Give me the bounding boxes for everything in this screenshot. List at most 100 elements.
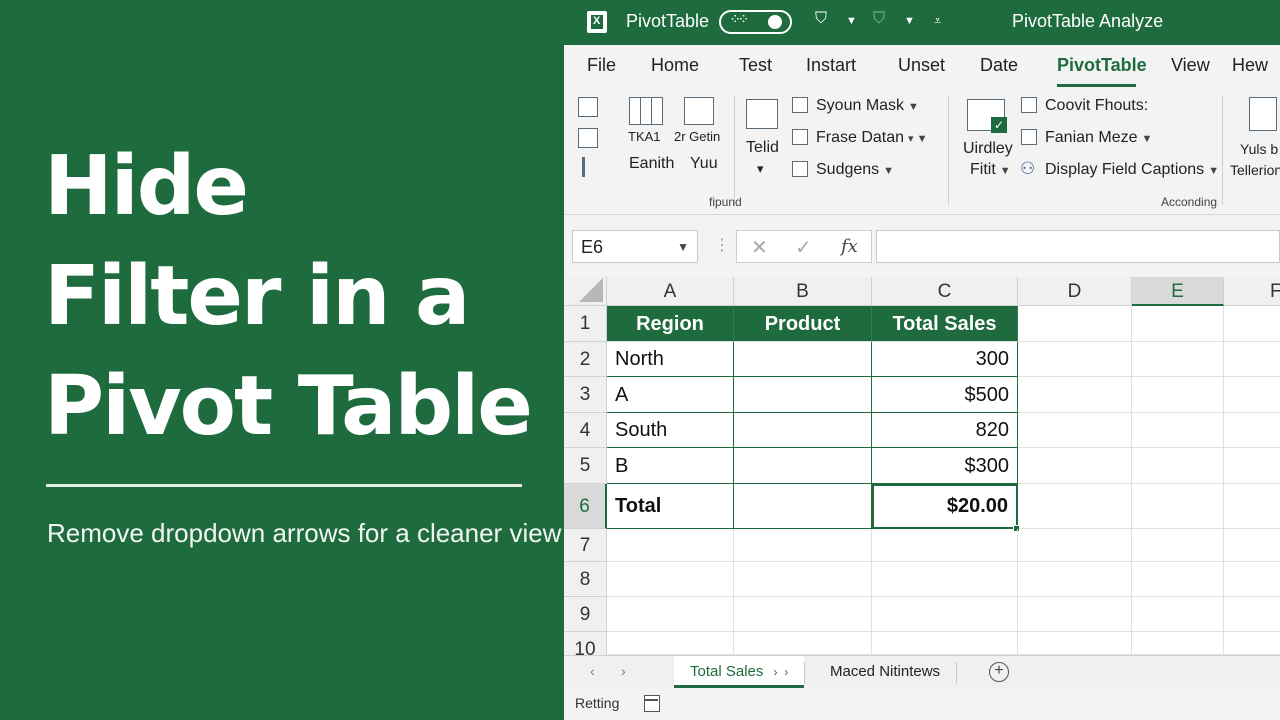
column-header-f[interactable]: F <box>1224 277 1280 306</box>
cell[interactable] <box>607 632 734 655</box>
redo-icon[interactable]: ⛉ <box>873 10 885 28</box>
pivot-cell-product[interactable] <box>734 342 872 377</box>
cell[interactable] <box>1018 632 1132 655</box>
row-header-9[interactable]: 9 <box>564 597 607 632</box>
ribbon-yuls-label[interactable]: Yuls b <box>1240 141 1278 157</box>
ribbon-fanian[interactable]: Fanian Meze ▼ <box>1045 129 1152 147</box>
cell[interactable] <box>1018 562 1132 597</box>
column-header-a[interactable]: A <box>607 277 734 306</box>
document-icon[interactable] <box>1249 97 1277 131</box>
select-all-button[interactable] <box>564 277 607 306</box>
tab-pivottable[interactable]: PivotTable <box>1057 55 1147 76</box>
ribbon-fitit[interactable]: Fitit ▼ <box>970 161 1011 179</box>
ribbon-tellerion-label[interactable]: Tellerion <box>1230 162 1280 178</box>
display-field-captions-button[interactable]: Display Field Captions ▼ <box>1045 161 1219 179</box>
pivot-cell-sales[interactable]: 820 <box>872 413 1018 448</box>
cell[interactable] <box>1018 597 1132 632</box>
tab-file[interactable]: File <box>587 55 616 76</box>
pivot-header-region[interactable]: Region <box>607 306 734 342</box>
column-header-e[interactable]: E <box>1132 277 1224 306</box>
ribbon-uirdley-label[interactable]: Uirdley <box>963 140 1013 158</box>
row-header-2[interactable]: 2 <box>564 342 607 377</box>
cell[interactable] <box>1018 377 1132 413</box>
cell[interactable] <box>1224 306 1280 342</box>
cell[interactable] <box>1224 342 1280 377</box>
pivot-cell-sales[interactable]: $500 <box>872 377 1018 413</box>
cell[interactable] <box>1018 306 1132 342</box>
redo-dropdown-icon[interactable]: ▼ <box>904 15 915 27</box>
ribbon-syon-mask[interactable]: Syoun Mask ▼ <box>816 97 919 115</box>
cell[interactable] <box>872 562 1018 597</box>
row-header-4[interactable]: 4 <box>564 413 607 448</box>
tab-instart[interactable]: Instart <box>806 55 856 76</box>
sheet-tab-total-sales[interactable]: Total Sales › › <box>674 656 805 688</box>
cell[interactable] <box>1018 413 1132 448</box>
tab-unset[interactable]: Unset <box>898 55 945 76</box>
formula-input[interactable] <box>876 230 1280 263</box>
column-header-b[interactable]: B <box>734 277 872 306</box>
column-header-d[interactable]: D <box>1018 277 1132 306</box>
ribbon-getin-label[interactable]: 2r Getin <box>674 129 720 144</box>
pivot-name-icon[interactable] <box>578 97 598 117</box>
enter-icon[interactable]: ✓ <box>795 235 812 260</box>
pivot-total-label[interactable]: Total <box>607 484 734 529</box>
telid-dropdown-icon[interactable]: ▾ <box>757 161 764 177</box>
tab-date[interactable]: Date <box>980 55 1018 76</box>
row-header-8[interactable]: 8 <box>564 562 607 597</box>
pivot-cell-region[interactable]: A <box>607 377 734 413</box>
cell[interactable] <box>1018 448 1132 484</box>
tab-view[interactable]: View <box>1171 55 1210 76</box>
row-header-1[interactable]: 1 <box>564 306 607 342</box>
undo-dropdown-icon[interactable]: ▼ <box>846 15 857 27</box>
cell[interactable] <box>872 632 1018 655</box>
chevron-right-icon[interactable]: › <box>621 663 626 679</box>
pivot-cell-sales[interactable]: 300 <box>872 342 1018 377</box>
name-box-dropdown-icon[interactable]: ▼ <box>677 240 689 254</box>
pivot-cell-region[interactable]: B <box>607 448 734 484</box>
pivot-cell-sales[interactable]: $300 <box>872 448 1018 484</box>
ribbon-yuu-label[interactable]: Yuu <box>690 155 718 173</box>
cell[interactable] <box>1132 448 1224 484</box>
ribbon-telid-button[interactable]: Telid <box>746 139 779 157</box>
ribbon-frase-datan[interactable]: Frase Datan ▾ ▼ <box>816 129 928 147</box>
add-sheet-icon[interactable]: + <box>989 662 1009 682</box>
pivot-total-product[interactable] <box>734 484 872 529</box>
cell[interactable] <box>607 529 734 562</box>
table-layout-icon[interactable] <box>629 97 663 125</box>
cell[interactable] <box>1224 597 1280 632</box>
row-header-6[interactable]: 6 <box>564 484 607 529</box>
pivot-cell-product[interactable] <box>734 377 872 413</box>
chart-layout-icon[interactable] <box>684 97 714 125</box>
refresh-data-icon[interactable] <box>746 99 778 129</box>
row-header-3[interactable]: 3 <box>564 377 607 413</box>
pivot-cell-region[interactable]: South <box>607 413 734 448</box>
cell[interactable] <box>1132 413 1224 448</box>
insert-function-icon[interactable]: fx <box>841 236 858 257</box>
cell[interactable] <box>1132 484 1224 529</box>
cell[interactable] <box>1224 562 1280 597</box>
cell[interactable] <box>1132 632 1224 655</box>
row-header-5[interactable]: 5 <box>564 448 607 484</box>
cell[interactable] <box>1224 529 1280 562</box>
row-header-7[interactable]: 7 <box>564 529 607 562</box>
field-settings-icon[interactable] <box>582 157 596 177</box>
cell[interactable] <box>1132 306 1224 342</box>
pivot-cell-region[interactable]: North <box>607 342 734 377</box>
cancel-icon[interactable]: ✕ <box>751 235 768 260</box>
cell[interactable] <box>734 597 872 632</box>
tab-home[interactable]: Home <box>651 55 699 76</box>
calendar-icon[interactable] <box>644 695 660 712</box>
cell[interactable] <box>1224 448 1280 484</box>
tab-hew[interactable]: Hew <box>1232 55 1268 76</box>
cell[interactable] <box>734 529 872 562</box>
chevron-left-icon[interactable]: ‹ <box>590 663 595 679</box>
cell[interactable] <box>607 597 734 632</box>
cell[interactable] <box>1224 632 1280 655</box>
cell[interactable] <box>1132 562 1224 597</box>
cell[interactable] <box>607 562 734 597</box>
pivot-cell-product[interactable] <box>734 413 872 448</box>
cell[interactable] <box>1132 597 1224 632</box>
cell[interactable] <box>1132 342 1224 377</box>
pivot-total-sales[interactable]: $20.00 <box>872 484 1018 529</box>
undo-icon[interactable]: ⛉ <box>815 10 827 28</box>
